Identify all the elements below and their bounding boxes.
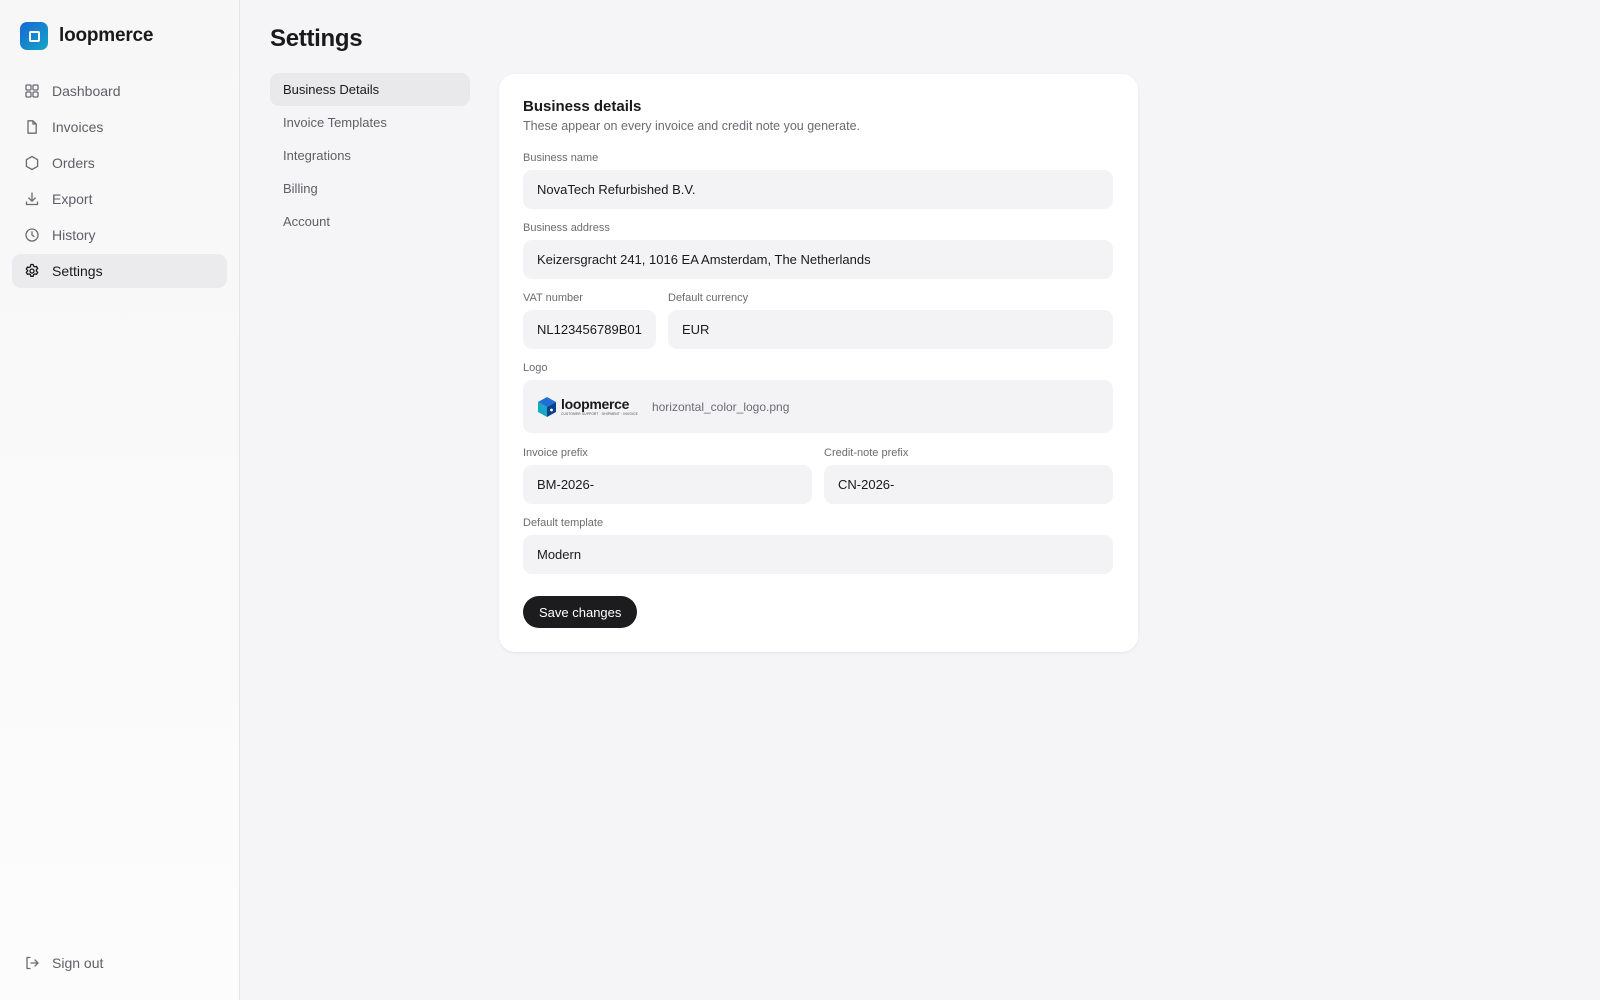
vat-number-input[interactable]: NL123456789B01 <box>523 310 656 349</box>
invoice-prefix-label: Invoice prefix <box>523 447 588 459</box>
default-currency-group: Default currency EUR <box>668 292 1113 349</box>
file-icon <box>27 120 37 134</box>
logo-label: Logo <box>523 362 548 374</box>
credit-note-prefix-group: Credit-note prefix CN-2026- <box>824 447 1113 504</box>
vat-number-label: VAT number <box>523 292 583 304</box>
logo-filename: horizontal_color_logo.png <box>651 399 790 414</box>
business-details-card: Business details These appear on every i… <box>499 74 1138 652</box>
sidebar-item-invoices[interactable]: Invoices <box>12 110 227 144</box>
invoice-prefix-group: Invoice prefix BM-2026- <box>523 447 812 504</box>
sidebar-item-settings[interactable]: Settings <box>12 254 227 288</box>
sidebar-item-label: Orders <box>52 155 95 171</box>
download-icon <box>25 192 39 206</box>
default-currency-input[interactable]: EUR <box>668 310 1113 349</box>
page-title: Settings <box>270 25 363 52</box>
subnav-item-invoice-templates[interactable]: Invoice Templates <box>270 106 470 139</box>
subnav-item-account[interactable]: Account <box>270 205 470 238</box>
business-name-input[interactable]: NovaTech Refurbished B.V. <box>523 170 1113 209</box>
sidebar-item-label: Settings <box>52 263 103 279</box>
sidebar-item-orders[interactable]: Orders <box>12 146 227 180</box>
sidebar-item-history[interactable]: History <box>12 218 227 252</box>
card-title: Business details <box>523 98 642 115</box>
business-address-group: Business address Keizersgracht 241, 1016… <box>523 222 1113 279</box>
business-name-group: Business name NovaTech Refurbished B.V. <box>523 152 1113 209</box>
cube-logo-icon <box>538 396 556 417</box>
logo-preview: loopmerce CUSTOMER SUPPORT · SHIPMENT · … <box>537 396 638 418</box>
credit-note-prefix-label: Credit-note prefix <box>824 447 909 459</box>
default-currency-label: Default currency <box>668 292 749 304</box>
box-icon <box>25 155 39 171</box>
gear-icon <box>25 263 39 277</box>
clock-icon <box>25 228 39 242</box>
vat-currency-row: VAT number NL123456789B01 Default curren… <box>523 292 1113 349</box>
sidebar-item-label: History <box>52 227 96 243</box>
vat-number-group: VAT number NL123456789B01 <box>523 292 656 349</box>
sign-out-label: Sign out <box>52 955 104 971</box>
log-out-icon <box>26 956 39 970</box>
grid-icon <box>25 84 39 98</box>
card-subtitle: These appear on every invoice and credit… <box>523 119 861 133</box>
subnav-item-business-details[interactable]: Business Details <box>270 73 470 106</box>
prefix-row: Invoice prefix BM-2026- Credit-note pref… <box>523 447 1113 504</box>
sidebar-item-export[interactable]: Export <box>12 182 227 216</box>
logo-upload[interactable]: loopmerce CUSTOMER SUPPORT · SHIPMENT · … <box>523 380 1113 433</box>
sign-out-button[interactable]: Sign out <box>24 955 103 971</box>
settings-subnav: Business Details Invoice Templates Integ… <box>270 73 470 238</box>
invoice-prefix-input[interactable]: BM-2026- <box>523 465 812 504</box>
subnav-item-integrations[interactable]: Integrations <box>270 139 470 172</box>
logo-wordmark: loopmerce <box>561 395 630 412</box>
default-template-label: Default template <box>523 517 604 529</box>
save-changes-button[interactable]: Save changes <box>523 596 638 628</box>
sidebar-item-label: Invoices <box>52 119 104 135</box>
brand[interactable]: loopmerce <box>20 21 153 51</box>
sidebar-item-label: Dashboard <box>52 83 121 99</box>
sidebar-item-dashboard[interactable]: Dashboard <box>12 74 227 108</box>
business-name-label: Business name <box>523 152 599 164</box>
sidebar: loopmerce Dashboard Invoices Orders Expo… <box>0 0 240 1000</box>
logo-tagline: CUSTOMER SUPPORT · SHIPMENT · INVOICE <box>561 411 638 416</box>
brand-name: loopmerce <box>59 25 154 46</box>
business-address-label: Business address <box>523 222 610 234</box>
subnav-item-billing[interactable]: Billing <box>270 172 470 205</box>
default-template-select[interactable]: Modern <box>523 535 1113 574</box>
default-template-group: Default template Modern <box>523 517 1113 574</box>
sidebar-nav: Dashboard Invoices Orders Export History <box>12 74 227 290</box>
logo-group: Logo loopmerce CUSTOMER SUPPORT · SHIPME… <box>523 362 1113 433</box>
credit-note-prefix-input[interactable]: CN-2026- <box>824 465 1113 504</box>
sidebar-item-label: Export <box>52 191 93 207</box>
business-address-input[interactable]: Keizersgracht 241, 1016 EA Amsterdam, Th… <box>523 240 1113 279</box>
brand-logo-icon <box>20 22 48 50</box>
